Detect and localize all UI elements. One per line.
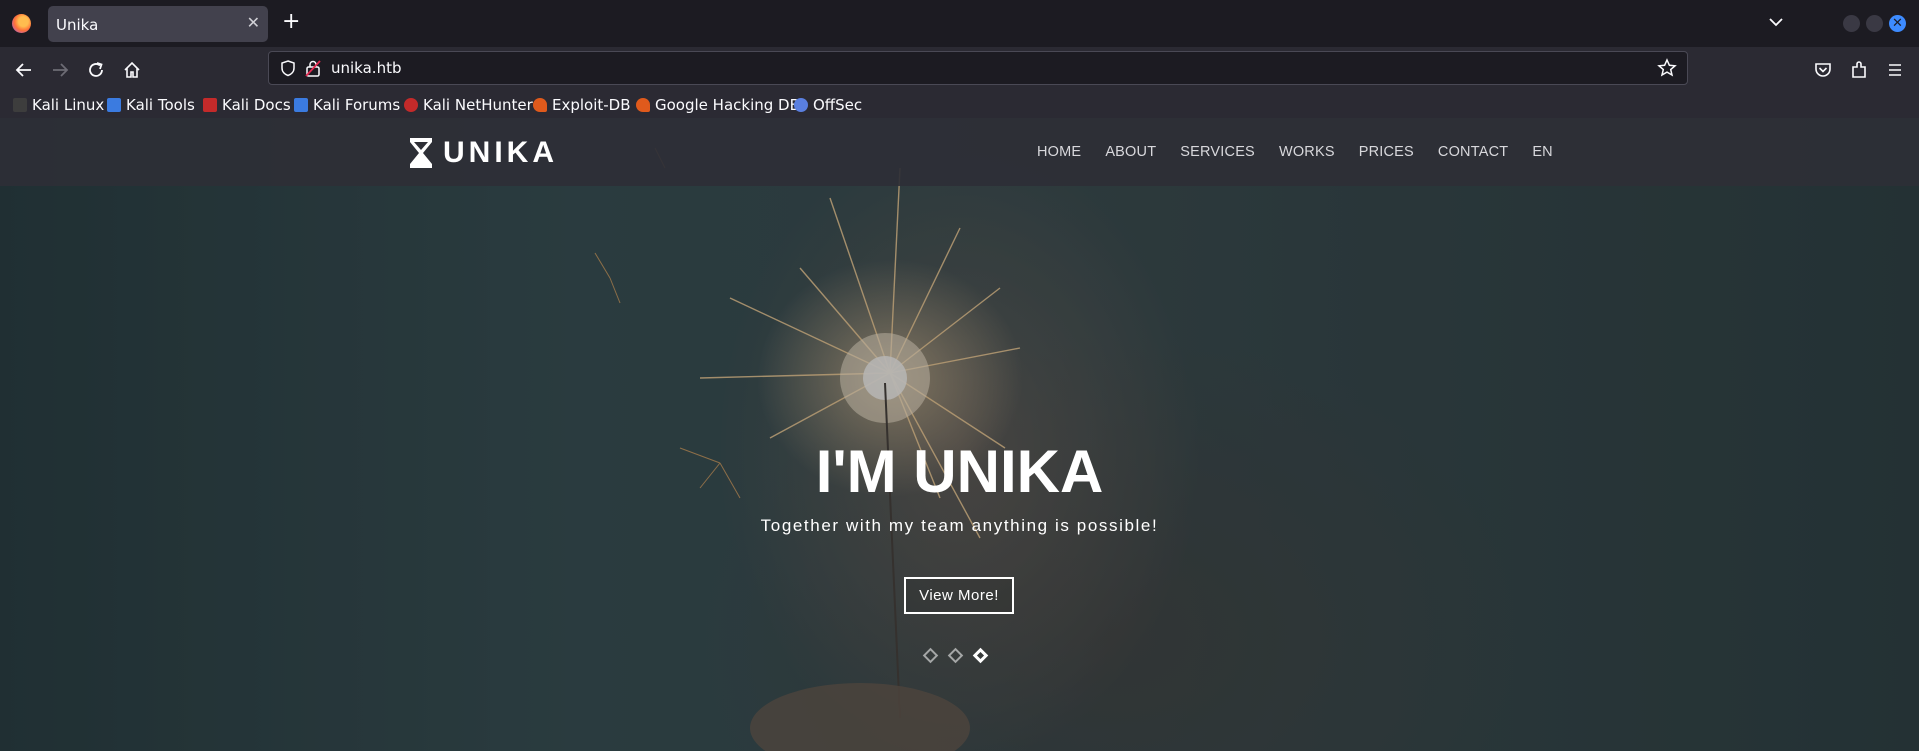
new-tab-button[interactable]: + [282, 10, 300, 34]
kali-docs-icon [203, 97, 217, 112]
logo-text: UNIKA [443, 136, 558, 169]
bookmark-kali-tools[interactable]: Kali Tools [107, 91, 195, 118]
site-logo[interactable]: UNIKA [409, 136, 558, 170]
main-menu: HOME ABOUT SERVICES WORKS PRICES CONTACT… [1037, 144, 1577, 160]
slider-dot[interactable] [947, 647, 964, 664]
kali-dragon-icon [13, 97, 27, 112]
ghdb-icon [636, 97, 650, 112]
pocket-icon[interactable] [1812, 59, 1834, 81]
insecure-lock-icon[interactable] [305, 59, 321, 77]
bookmark-google-hacking-db[interactable]: Google Hacking DB [636, 91, 800, 118]
home-icon[interactable] [121, 59, 143, 81]
kali-forums-icon [294, 97, 308, 112]
menu-home[interactable]: HOME [1037, 144, 1081, 160]
hourglass-logo-icon [410, 138, 432, 168]
navigation-toolbar: unika.htb [0, 47, 1919, 91]
bookmark-star-icon[interactable] [1657, 58, 1677, 78]
tracking-shield-icon[interactable] [279, 59, 297, 77]
menu-language[interactable]: EN [1532, 144, 1553, 160]
offsec-icon [794, 97, 808, 112]
hero-title: I'M UNIKA [815, 438, 1104, 505]
tab-unika[interactable]: Unika ✕ [48, 6, 268, 42]
bookmark-kali-docs[interactable]: Kali Docs [203, 91, 291, 118]
bookmark-exploit-db[interactable]: Exploit-DB [533, 91, 631, 118]
forward-arrow-icon[interactable] [49, 59, 71, 81]
kali-nethunter-icon [404, 97, 418, 112]
site-header: UNIKA HOME ABOUT SERVICES WORKS PRICES C… [0, 118, 1919, 186]
close-tab-icon[interactable]: ✕ [247, 13, 260, 32]
slider-pagination [922, 647, 989, 664]
minimize-button[interactable] [1843, 15, 1860, 32]
bookmarks-toolbar: Kali Linux Kali Tools Kali Docs Kali For… [0, 91, 1919, 119]
maximize-button[interactable] [1866, 15, 1883, 32]
view-more-button[interactable]: View More! [904, 577, 1014, 614]
web-page: UNIKA HOME ABOUT SERVICES WORKS PRICES C… [0, 118, 1919, 751]
exploit-db-icon [533, 97, 547, 112]
bookmark-offsec[interactable]: OffSec [794, 91, 862, 118]
menu-services[interactable]: SERVICES [1180, 144, 1255, 160]
extensions-icon[interactable] [1848, 59, 1870, 81]
menu-works[interactable]: WORKS [1279, 144, 1335, 160]
bookmark-kali-forums[interactable]: Kali Forums [294, 91, 400, 118]
reload-icon[interactable] [85, 59, 107, 81]
kali-tools-icon [107, 97, 121, 112]
menu-prices[interactable]: PRICES [1359, 144, 1414, 160]
bookmark-kali-linux[interactable]: Kali Linux [13, 91, 104, 118]
slider-dot[interactable] [972, 647, 989, 664]
back-arrow-icon[interactable] [13, 59, 35, 81]
tab-title: Unika [56, 16, 99, 34]
url-text[interactable]: unika.htb [331, 59, 401, 77]
menu-about[interactable]: ABOUT [1105, 144, 1156, 160]
hero-subtitle: Together with my team anything is possib… [760, 516, 1159, 535]
firefox-icon[interactable] [12, 14, 31, 33]
tab-bar: Unika ✕ + ✕ [0, 0, 1919, 47]
slider-dot[interactable] [922, 647, 939, 664]
menu-hamburger-icon[interactable] [1884, 59, 1906, 81]
chevron-down-icon[interactable] [1766, 12, 1786, 32]
url-bar[interactable]: unika.htb [268, 51, 1688, 85]
window-close-button[interactable]: ✕ [1889, 15, 1906, 32]
bookmark-kali-nethunter[interactable]: Kali NetHunter [404, 91, 533, 118]
menu-contact[interactable]: CONTACT [1438, 144, 1508, 160]
